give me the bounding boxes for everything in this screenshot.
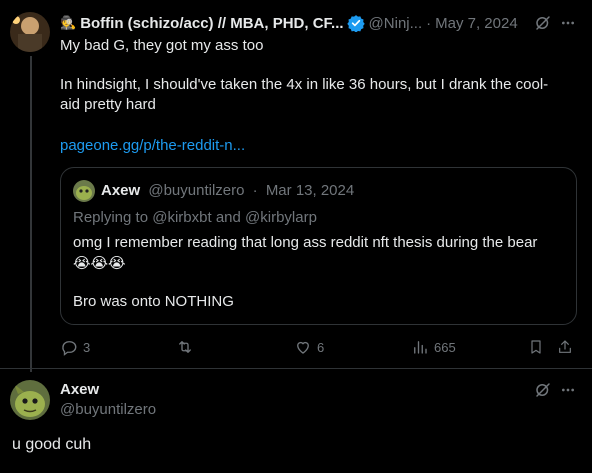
- quoted-body-line-2: Bro was onto NOTHING: [73, 293, 234, 310]
- header-separator: ·: [426, 14, 432, 32]
- reply-more-icon[interactable]: [560, 382, 576, 398]
- replying-user-2[interactable]: @kirbylarp: [245, 209, 317, 226]
- avatar-image: [10, 12, 50, 52]
- quoted-tweet-card[interactable]: Axew @buyuntilzero · Mar 13, 2024 Replyi…: [60, 167, 577, 325]
- thread-connector-line: [30, 56, 32, 372]
- grok-icon[interactable]: [534, 14, 552, 32]
- quoted-author-avatar: [73, 180, 95, 202]
- author-handle[interactable]: @Ninj...: [369, 15, 423, 32]
- main-author-avatar[interactable]: [10, 12, 50, 52]
- reply-author-name-text: Axew: [60, 381, 100, 398]
- reply-grok-icon[interactable]: [534, 381, 552, 399]
- tweet-link[interactable]: pageone.gg/p/the-reddit-n...: [60, 136, 245, 156]
- quoted-body-line-1: omg I remember reading that long ass red…: [73, 234, 538, 251]
- reply-author-name[interactable]: Axew: [60, 381, 99, 398]
- share-button[interactable]: [557, 338, 573, 356]
- share-icon: [559, 340, 571, 353]
- quoted-date: Mar 13, 2024: [265, 182, 355, 199]
- replying-prefix: Replying to: [73, 209, 149, 226]
- author-emoji: 🕵️: [60, 15, 77, 30]
- main-tweet-header: 🕵️ Boffin (schizo/acc) // MBA, PHD, CF..…: [60, 12, 580, 34]
- replying-and: and: [215, 209, 241, 226]
- reply-tweet-text: u good cuh: [12, 436, 92, 453]
- views-button[interactable]: 665: [411, 338, 456, 356]
- tweet-text-line-1: My bad G, they got my ass too: [60, 37, 264, 54]
- bookmark-button[interactable]: [528, 338, 544, 356]
- like-count: 6: [317, 339, 325, 355]
- bookmark-icon: [531, 340, 541, 354]
- tweet-date[interactable]: May 7, 2024: [435, 15, 518, 32]
- reply-button[interactable]: 3: [60, 338, 90, 356]
- retweet-button[interactable]: [175, 338, 200, 356]
- view-count: 665: [434, 339, 456, 355]
- quoted-tweet-header: Axew @buyuntilzero · Mar 13, 2024: [101, 182, 354, 199]
- quoted-emojis: 😭😭😭: [73, 255, 126, 272]
- retweet-icon: [179, 341, 191, 353]
- quoted-author-handle: @buyuntilzero: [148, 182, 245, 199]
- replying-to: Replying to @kirbxbt and @kirbylarp: [73, 209, 317, 226]
- author-name[interactable]: Boffin (schizo/acc) // MBA, PHD, CF...: [80, 15, 343, 32]
- verified-badge-icon[interactable]: [346, 14, 365, 32]
- views-icon: [414, 341, 427, 354]
- reply-icon: [62, 341, 77, 356]
- reply-author-handle[interactable]: @buyuntilzero: [60, 401, 156, 418]
- tweet-divider: [0, 368, 592, 369]
- replying-user-1[interactable]: @kirbxbt: [152, 209, 211, 226]
- tweet-text-line-3: aid pretty hard: [60, 96, 156, 113]
- avatar-image: [10, 380, 50, 420]
- like-icon: [297, 341, 309, 354]
- reply-author-avatar[interactable]: [10, 380, 50, 420]
- more-icon[interactable]: [560, 15, 576, 31]
- like-button[interactable]: 6: [294, 338, 324, 356]
- quoted-author-name: Axew: [101, 182, 141, 199]
- reply-count: 3: [83, 339, 91, 355]
- quoted-separator: ·: [252, 182, 258, 199]
- tweet-text-line-2: In hindsight, I should've taken the 4x i…: [60, 76, 549, 93]
